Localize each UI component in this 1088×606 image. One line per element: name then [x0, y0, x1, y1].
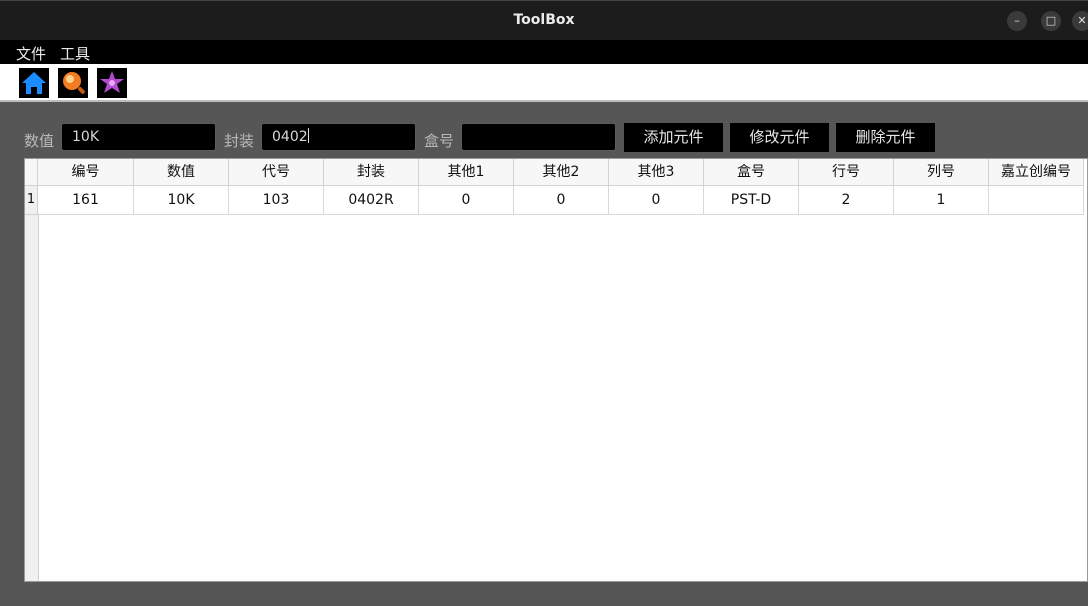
close-button[interactable]: ✕: [1072, 11, 1088, 31]
maximize-button[interactable]: □: [1041, 11, 1061, 31]
main-panel: 数值 10K 封装 0402 盒号 添加元件 修改元件 删除元件 编号 数值 代…: [0, 102, 1088, 606]
menu-file[interactable]: 文件: [16, 43, 46, 64]
menu-bar: 文件 工具: [0, 40, 1088, 64]
row-header[interactable]: 1: [25, 186, 38, 215]
component-table: 编号 数值 代号 封装 其他1 其他2 其他3 盒号 行号 列号 嘉立创编号 1…: [24, 158, 1088, 582]
table-cell[interactable]: 0: [514, 186, 609, 215]
table-cell[interactable]: PST-D: [704, 186, 799, 215]
value-label: 数值: [24, 132, 55, 150]
table-cell[interactable]: 0: [609, 186, 704, 215]
table-cell[interactable]: 0: [419, 186, 514, 215]
star-icon: [100, 71, 124, 93]
home-button[interactable]: [19, 68, 49, 98]
table-cell[interactable]: 0402R: [324, 186, 419, 215]
table-cell[interactable]: 103: [229, 186, 324, 215]
text-cursor: [307, 128, 309, 143]
package-label: 封装: [224, 132, 255, 150]
column-header-box[interactable]: 盒号: [704, 159, 799, 186]
column-header-col[interactable]: 列号: [894, 159, 989, 186]
column-header-id[interactable]: 编号: [38, 159, 134, 186]
toolbar: [0, 64, 1088, 102]
close-icon: ✕: [1077, 14, 1087, 27]
column-header-code[interactable]: 代号: [229, 159, 324, 186]
table-cell[interactable]: 10K: [134, 186, 229, 215]
home-icon: [22, 72, 46, 94]
minimize-button[interactable]: –: [1007, 11, 1027, 31]
edit-component-button[interactable]: 修改元件: [730, 123, 829, 152]
package-input[interactable]: 0402: [261, 123, 416, 151]
column-header-other2[interactable]: 其他2: [514, 159, 609, 186]
add-component-button[interactable]: 添加元件: [624, 123, 723, 152]
menu-tools[interactable]: 工具: [60, 43, 90, 64]
box-label: 盒号: [424, 132, 455, 150]
value-input-text: 10K: [72, 129, 99, 145]
box-input[interactable]: [461, 123, 616, 151]
title-bar: ToolBox – □ ✕: [0, 0, 1088, 40]
search-icon: [63, 72, 85, 94]
minimize-icon: –: [1014, 14, 1020, 27]
package-input-text: 0402: [272, 129, 308, 145]
corner-button[interactable]: [25, 159, 38, 186]
column-header-other3[interactable]: 其他3: [609, 159, 704, 186]
column-header-lcsc[interactable]: 嘉立创编号: [989, 159, 1084, 186]
table-cell[interactable]: [989, 186, 1084, 215]
search-button[interactable]: [58, 68, 88, 98]
maximize-icon: □: [1045, 14, 1057, 27]
row-header-column: [25, 159, 39, 581]
column-header-row[interactable]: 行号: [799, 159, 894, 186]
column-header-other1[interactable]: 其他1: [419, 159, 514, 186]
window-title: ToolBox: [513, 12, 575, 28]
star-button[interactable]: [97, 68, 127, 98]
value-input[interactable]: 10K: [61, 123, 216, 151]
table-cell[interactable]: 1: [894, 186, 989, 215]
delete-component-button[interactable]: 删除元件: [836, 123, 935, 152]
table-cell[interactable]: 2: [799, 186, 894, 215]
column-header-package[interactable]: 封装: [324, 159, 419, 186]
table-cell[interactable]: 161: [38, 186, 134, 215]
column-header-value[interactable]: 数值: [134, 159, 229, 186]
